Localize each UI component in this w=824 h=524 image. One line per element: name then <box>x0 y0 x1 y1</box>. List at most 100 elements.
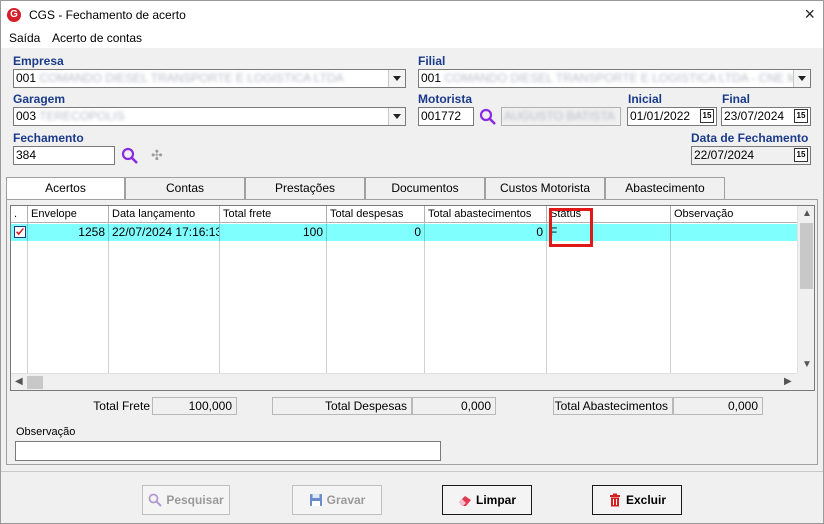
excluir-button[interactable]: Excluir <box>592 485 682 515</box>
scroll-left-icon[interactable]: ◀ <box>15 376 23 387</box>
total-abastecimentos-value: 0,000 <box>673 397 763 415</box>
total-despesas-label: Total Despesas <box>272 397 412 415</box>
status-highlight-box <box>549 208 593 247</box>
data-fechamento-input[interactable]: 22/07/2024 15 <box>691 146 811 165</box>
menu-saida[interactable]: Saída <box>9 31 40 45</box>
calendar-icon[interactable]: 15 <box>700 109 714 123</box>
empresa-select[interactable]: 001 COMANDO DIESEL TRANSPORTE E LOGISTIC… <box>13 69 406 88</box>
limpar-button[interactable]: Limpar <box>442 485 532 515</box>
pesquisar-button[interactable]: Pesquisar <box>142 485 230 515</box>
observacao-input[interactable] <box>15 441 441 461</box>
total-frete-value: 100,000 <box>152 397 237 415</box>
table-row[interactable]: 1258 22/07/2024 17:16:13 100 0 0 F <box>11 224 798 241</box>
button-bar: Pesquisar Gravar Limpar Excluir <box>1 471 823 523</box>
filial-label: Filial <box>418 54 446 68</box>
data-fechamento-label: Data de Fechamento <box>691 131 809 145</box>
horizontal-scroll-thumb[interactable] <box>27 376 43 389</box>
tab-abastecimento[interactable]: Abastecimento <box>605 177 725 199</box>
inicial-date-input[interactable]: 01/01/2022 15 <box>627 107 717 126</box>
totals-bar: Total Frete 100,000 Total Despesas 0,000… <box>10 397 815 415</box>
cell-observacao[interactable] <box>671 224 798 241</box>
cell-data-lancamento[interactable]: 22/07/2024 17:16:13 <box>109 224 220 241</box>
cgs-app-icon: G <box>7 8 21 22</box>
cell-total-frete[interactable]: 100 <box>220 224 327 241</box>
gravar-button[interactable]: Gravar <box>292 485 382 515</box>
inicial-label: Inicial <box>628 92 663 106</box>
chevron-down-icon[interactable] <box>388 108 405 125</box>
garagem-label: Garagem <box>13 92 66 106</box>
column-header-total-frete[interactable]: Total frete <box>220 206 327 223</box>
scroll-right-icon[interactable]: ▶ <box>784 376 792 387</box>
garagem-select[interactable]: 003 TERECOPOLIS <box>13 107 406 126</box>
motorista-name-field: AUGUSTO BATISTA <box>501 107 621 126</box>
trash-icon <box>609 493 620 507</box>
main-window: G CGS - Fechamento de acerto × Saída Ace… <box>0 0 824 524</box>
tab-contas[interactable]: Contas <box>125 177 245 199</box>
filial-code: 001 <box>421 71 442 85</box>
row-select-cell[interactable] <box>11 224 28 241</box>
empresa-name: COMANDO DIESEL TRANSPORTE E LOGISTICA LT… <box>39 71 344 85</box>
total-despesas-value: 0,000 <box>412 397 496 415</box>
close-icon[interactable]: × <box>804 4 815 24</box>
motorista-label: Motorista <box>418 92 472 106</box>
chevron-down-icon[interactable] <box>793 70 810 87</box>
vertical-scroll-thumb[interactable] <box>800 223 813 289</box>
final-label: Final <box>722 92 751 106</box>
total-abastecimentos-label: Total Abastecimentos <box>553 397 673 415</box>
column-line <box>220 223 327 373</box>
final-date-input[interactable]: 23/07/2024 15 <box>721 107 811 126</box>
column-line <box>425 223 547 373</box>
title-bar: G CGS - Fechamento de acerto × <box>1 1 823 30</box>
column-line <box>11 223 28 373</box>
window-title: CGS - Fechamento de acerto <box>29 8 186 22</box>
tab-acertos[interactable]: Acertos <box>6 177 125 200</box>
search-icon <box>148 493 163 507</box>
cell-envelope[interactable]: 1258 <box>28 224 109 241</box>
search-icon[interactable] <box>479 108 497 126</box>
column-header-total-abastecimentos[interactable]: Total abastecimentos <box>425 206 547 223</box>
horizontal-scrollbar[interactable]: ◀ ▶ <box>11 373 798 390</box>
cell-total-abastecimentos[interactable]: 0 <box>425 224 547 241</box>
column-line <box>28 223 109 373</box>
search-icon[interactable] <box>121 147 139 165</box>
tab-prestacoes[interactable]: Prestações <box>245 177 365 199</box>
column-header-select[interactable]: . <box>11 206 28 223</box>
motorista-code-input[interactable]: 001772 <box>418 107 474 126</box>
vertical-scrollbar[interactable]: ▲ ▼ <box>797 206 814 374</box>
calendar-icon[interactable]: 15 <box>794 109 808 123</box>
tab-strip: Acertos Contas Prestações Documentos Cus… <box>6 177 818 200</box>
scrollbar-corner <box>797 373 814 390</box>
checkbox-checked-icon[interactable] <box>14 226 26 238</box>
tab-documentos[interactable]: Documentos <box>365 177 485 199</box>
data-fechamento-value: 22/07/2024 <box>694 148 755 162</box>
gravar-label: Gravar <box>326 493 366 507</box>
column-line <box>327 223 425 373</box>
scroll-down-icon[interactable]: ▼ <box>802 359 812 370</box>
scroll-up-icon[interactable]: ▲ <box>802 208 812 219</box>
plus-icon[interactable]: ✣ <box>151 147 163 164</box>
column-header-total-despesas[interactable]: Total despesas <box>327 206 425 223</box>
tab-panel-acertos: . Envelope Data lançamento Total frete T… <box>6 199 818 465</box>
fechamento-input[interactable]: 384 <box>13 146 115 165</box>
tab-custos-motorista[interactable]: Custos Motorista <box>485 177 605 199</box>
cell-total-despesas[interactable]: 0 <box>327 224 425 241</box>
acertos-grid: . Envelope Data lançamento Total frete T… <box>10 205 815 391</box>
excluir-label: Excluir <box>625 493 667 507</box>
column-line <box>109 223 220 373</box>
filial-name: COMANDO DIESEL TRANSPORTE E LOGISTICA LT… <box>444 71 811 85</box>
column-header-data-lancamento[interactable]: Data lançamento <box>109 206 220 223</box>
filial-select[interactable]: 001 COMANDO DIESEL TRANSPORTE E LOGISTIC… <box>418 69 811 88</box>
menu-bar: Saída Acerto de contas <box>1 30 823 48</box>
calendar-icon[interactable]: 15 <box>794 148 808 162</box>
empresa-label: Empresa <box>13 54 64 68</box>
pesquisar-label: Pesquisar <box>166 493 224 507</box>
chevron-down-icon[interactable] <box>388 70 405 87</box>
inicial-value: 01/01/2022 <box>630 109 691 123</box>
limpar-label: Limpar <box>475 493 516 507</box>
column-header-envelope[interactable]: Envelope <box>28 206 109 223</box>
garagem-name: TERECOPOLIS <box>39 109 125 123</box>
column-header-observacao[interactable]: Observação <box>671 206 798 223</box>
observacao-label: Observação <box>16 426 76 438</box>
motorista-name: AUGUSTO BATISTA <box>504 109 615 123</box>
menu-acerto-de-contas[interactable]: Acerto de contas <box>52 31 142 45</box>
